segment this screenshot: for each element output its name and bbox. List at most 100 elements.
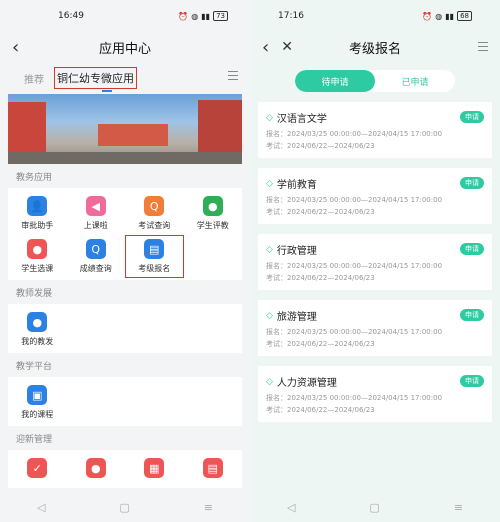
- battery-icon: 73: [213, 11, 228, 21]
- apply-button[interactable]: 申请: [460, 177, 484, 189]
- exam-date: 考试：2024/06/22—2024/06/23: [266, 340, 375, 348]
- back-icon[interactable]: ‹: [12, 37, 19, 58]
- app-grid: ● 我的教发: [8, 304, 242, 353]
- app-grid: ✓ ● ▦ ▤: [8, 450, 242, 488]
- app-label: 上课啦: [83, 221, 108, 230]
- exam-title-row: ◇ 旅游管理: [266, 308, 484, 324]
- exam-name: 学前教育: [276, 180, 317, 191]
- exam-card[interactable]: ◇ 行政管理 申请 报名：2024/03/25 00:00:00—2024/04…: [258, 234, 492, 290]
- app-tile[interactable]: ● 学生选课: [8, 235, 67, 278]
- app-label: 学生评教: [196, 221, 229, 230]
- exam-registration-screen: 17:16 ⏰ ◍ ▮▮ 68 ‹ ✕ 考级报名 待申请 已申请 ◇ 汉语言文学…: [250, 0, 500, 522]
- wifi-icon: ◍: [435, 11, 443, 21]
- exam-date: 考试：2024/06/22—2024/06/23: [266, 142, 375, 150]
- header: ‹ ✕ 考级报名: [250, 32, 500, 62]
- app-tile[interactable]: 👤 审批助手: [8, 192, 67, 235]
- app-tile[interactable]: ◀ 上课啦: [67, 192, 126, 235]
- exam-name: 旅游管理: [276, 312, 317, 323]
- exam-card[interactable]: ◇ 人力资源管理 申请 报名：2024/03/25 00:00:00—2024/…: [258, 366, 492, 422]
- exam-card[interactable]: ◇ 汉语言文学 申请 报名：2024/03/25 00:00:00—2024/0…: [258, 102, 492, 158]
- app-tile[interactable]: ● 学生评教: [184, 192, 243, 235]
- tab-tongren-apps[interactable]: 铜仁幼专微应用: [54, 67, 137, 89]
- exam-card[interactable]: ◇ 旅游管理 申请 报名：2024/03/25 00:00:00—2024/04…: [258, 300, 492, 356]
- speaker-icon: ◀: [85, 196, 106, 216]
- search-icon: Q: [85, 239, 106, 259]
- app-label: 成绩查询: [79, 264, 112, 273]
- exam-name: 汉语言文学: [276, 114, 327, 125]
- tag-icon: ◇: [266, 244, 273, 255]
- nav-back-icon[interactable]: ◁: [287, 501, 295, 514]
- app-tile[interactable]: ▦: [125, 454, 184, 486]
- campus-banner[interactable]: [8, 94, 242, 164]
- wifi-icon: ◍: [191, 11, 199, 21]
- nav-back-icon[interactable]: ◁: [37, 501, 45, 514]
- tab-applied[interactable]: 已申请: [375, 70, 455, 92]
- app-tile[interactable]: Q 考试查询: [125, 192, 184, 235]
- section: 教学平台 ▣ 我的课程: [8, 353, 242, 426]
- app-label: 我的教发: [21, 337, 54, 346]
- registration-period: 报名：2024/03/25 00:00:00—2024/04/15 17:00:…: [266, 394, 443, 402]
- registration-period: 报名：2024/03/25 00:00:00—2024/04/15 17:00:…: [266, 196, 443, 204]
- apply-button[interactable]: 申请: [460, 375, 484, 387]
- header: ‹ 应用中心: [0, 32, 250, 62]
- battery-icon: 68: [457, 11, 472, 21]
- app-label: 审批助手: [21, 221, 54, 230]
- status-time: 16:49: [58, 11, 84, 21]
- app-tile[interactable]: ▤: [184, 454, 243, 486]
- status-time: 17:16: [278, 11, 304, 21]
- app-tile[interactable]: ✓: [8, 454, 67, 486]
- menu-icon[interactable]: [478, 42, 488, 51]
- section: 教务应用 👤 审批助手 ◀ 上课啦 Q 考试查询 ● 学生评教 ● 学生选课 Q 成绩查询 ▤ 考级报名: [8, 164, 242, 280]
- app-tile[interactable]: ▣ 我的课程: [8, 381, 67, 424]
- tab-recommend[interactable]: 推荐: [24, 71, 44, 86]
- exam-name: 人力资源管理: [276, 378, 337, 389]
- back-icon[interactable]: ‹: [262, 37, 269, 58]
- close-icon[interactable]: ✕: [281, 39, 293, 55]
- bag-icon: ●: [85, 458, 106, 478]
- menu-icon[interactable]: [228, 71, 238, 80]
- page-title: 应用中心: [98, 41, 151, 57]
- app-label: 学生选课: [21, 264, 54, 273]
- app-grid: ▣ 我的课程: [8, 377, 242, 426]
- exam-card[interactable]: ◇ 学前教育 申请 报名：2024/03/25 00:00:00—2024/04…: [258, 168, 492, 224]
- section-title: 教务应用: [8, 164, 242, 188]
- banner-building-left: [8, 102, 46, 154]
- status-segment: 待申请 已申请: [250, 62, 500, 102]
- building-icon: ▦: [144, 458, 165, 478]
- section-title: 教学平台: [8, 353, 242, 377]
- doc-icon: ▤: [144, 239, 165, 259]
- app-tile[interactable]: Q 成绩查询: [67, 235, 126, 278]
- apply-button[interactable]: 申请: [460, 309, 484, 321]
- app-label: 我的课程: [21, 410, 54, 419]
- app-tile[interactable]: ● 我的教发: [8, 308, 67, 351]
- apply-button[interactable]: 申请: [460, 111, 484, 123]
- exam-date: 考试：2024/06/22—2024/06/23: [266, 208, 375, 216]
- nav-bar: ◁ ▢ ≡: [0, 492, 250, 522]
- tab-pending[interactable]: 待申请: [295, 70, 375, 92]
- exam-list: ◇ 汉语言文学 申请 报名：2024/03/25 00:00:00—2024/0…: [250, 102, 500, 422]
- nav-bar: ◁ ▢ ≡: [250, 492, 500, 522]
- nav-home-icon[interactable]: ▢: [369, 501, 379, 514]
- registration-period: 报名：2024/03/25 00:00:00—2024/04/15 17:00:…: [266, 130, 443, 138]
- banner-building-right: [198, 100, 242, 156]
- nav-home-icon[interactable]: ▢: [119, 501, 129, 514]
- section: 迎新管理 ✓ ● ▦ ▤: [8, 426, 242, 488]
- nav-menu-icon[interactable]: ≡: [204, 501, 213, 514]
- app-grid: 👤 审批助手 ◀ 上课啦 Q 考试查询 ● 学生评教 ● 学生选课 Q 成绩查询 ▤ 考级报名: [8, 188, 242, 280]
- category-tabs: 推荐 铜仁幼专微应用: [0, 62, 250, 94]
- app-tile[interactable]: ▤ 考级报名: [125, 235, 184, 278]
- status-bar: 17:16 ⏰ ◍ ▮▮ 68: [250, 0, 500, 32]
- book-icon: ▣: [27, 385, 48, 405]
- tag-icon: ◇: [266, 376, 273, 387]
- status-icons: ⏰ ◍ ▮▮ 68: [422, 11, 472, 21]
- nav-menu-icon[interactable]: ≡: [454, 501, 463, 514]
- exam-title-row: ◇ 人力资源管理: [266, 374, 484, 390]
- app-tile[interactable]: ●: [67, 454, 126, 486]
- section-title: 迎新管理: [8, 426, 242, 450]
- app-sections: 教务应用 👤 审批助手 ◀ 上课啦 Q 考试查询 ● 学生评教 ● 学生选课 Q 成绩查询 ▤ 考级报名 教师…: [0, 164, 250, 488]
- signal-icon: ▮▮: [445, 11, 455, 21]
- banner-gate: [98, 124, 168, 146]
- user-icon: 👤: [27, 196, 48, 216]
- apply-button[interactable]: 申请: [460, 243, 484, 255]
- app-label: 考级报名: [138, 264, 171, 273]
